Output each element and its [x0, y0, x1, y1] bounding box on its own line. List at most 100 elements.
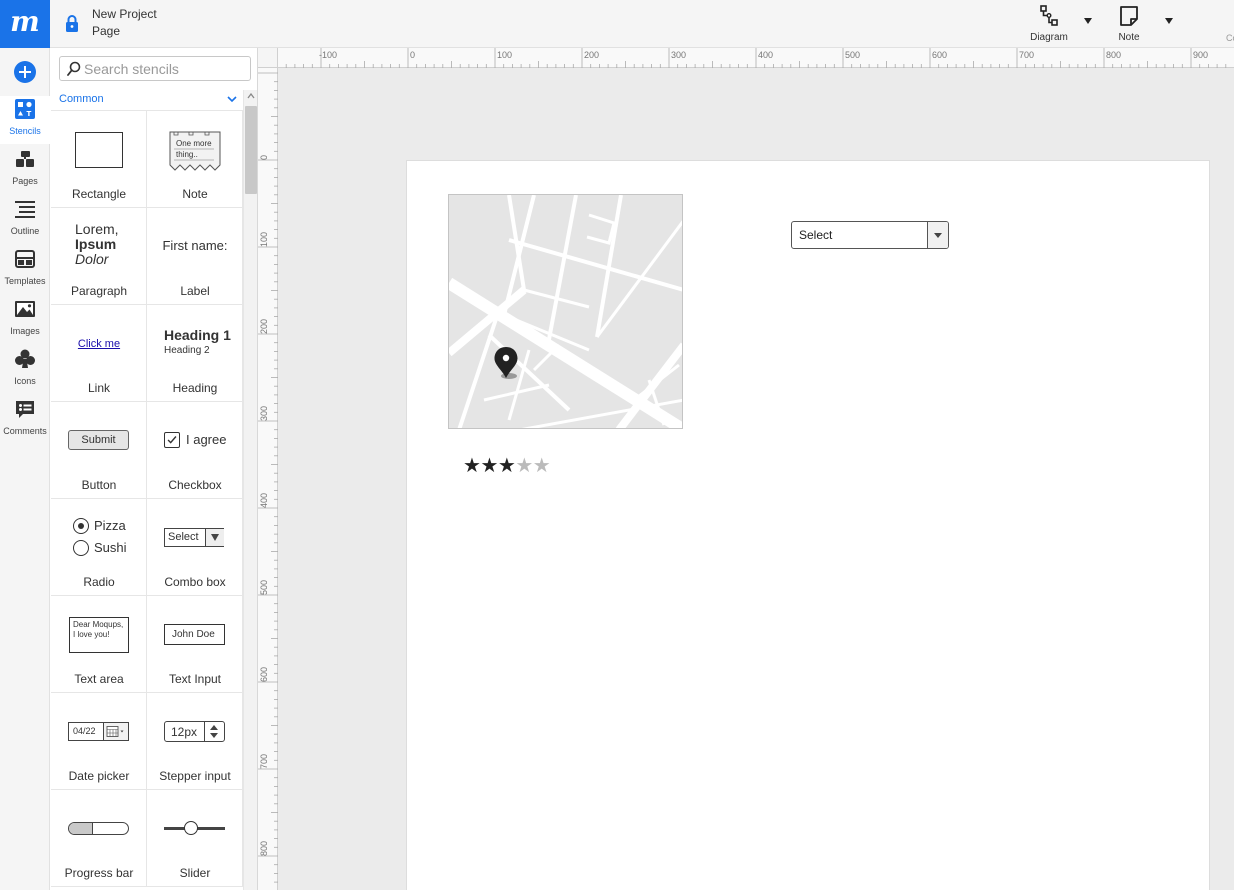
panel-scrollbar[interactable]: [243, 90, 257, 890]
project-name[interactable]: New Project: [92, 6, 157, 23]
stencil-paragraph[interactable]: Lorem, Ipsum Dolor Paragraph: [51, 208, 147, 305]
rail-item-images[interactable]: Images: [0, 296, 50, 344]
ruler-label: 200: [259, 318, 269, 334]
heading2-preview: Heading 2: [164, 345, 210, 356]
rail-label-pages: Pages: [12, 176, 38, 186]
stencil-radio[interactable]: Pizza Sushi Radio: [51, 499, 147, 596]
ruler-label: 700: [1019, 50, 1035, 60]
rectangle-preview: [75, 132, 123, 168]
select-dropdown[interactable]: Select: [791, 221, 949, 249]
diagram-tool-button[interactable]: Diagram: [1019, 4, 1079, 44]
stepper-preview: 12px: [164, 721, 225, 742]
svg-text:One more: One more: [176, 139, 212, 148]
rail-item-pages[interactable]: Pages: [0, 146, 50, 194]
stencil-text-input[interactable]: John Doe Text Input: [147, 596, 243, 693]
ruler-label: 0: [410, 50, 416, 60]
rail-label-icons: Icons: [14, 376, 36, 386]
note-preview: One more thing..: [169, 131, 221, 171]
star-rating[interactable]: ★★★★★: [463, 456, 551, 476]
ruler-label: 900: [1193, 50, 1209, 60]
project-title[interactable]: New Project Page: [92, 6, 157, 40]
radio-selected-icon: [73, 518, 89, 534]
diagram-dropdown-icon[interactable]: [1084, 18, 1092, 24]
ruler-label: 200: [584, 50, 600, 60]
note-tool-button[interactable]: Note: [1099, 4, 1159, 44]
star-empty-icon[interactable]: ★: [533, 456, 551, 476]
dropdown-arrow-icon: [205, 529, 224, 546]
stepper-arrows-icon: [204, 722, 224, 741]
text-input-preview: John Doe: [164, 624, 225, 645]
select-arrow-icon[interactable]: [927, 222, 948, 248]
scroll-up-icon[interactable]: [247, 93, 255, 99]
stencil-label: Paragraph: [70, 284, 128, 298]
search-input[interactable]: [84, 59, 244, 78]
stencil-checkbox[interactable]: I agree Checkbox: [147, 402, 243, 499]
button-preview: Submit: [68, 430, 129, 450]
search-icon: [67, 61, 81, 76]
ruler-label: 100: [497, 50, 513, 60]
diagram-icon: [1040, 5, 1058, 26]
ruler-label: 800: [1106, 50, 1122, 60]
rail-item-icons[interactable]: Icons: [0, 346, 50, 394]
stencil-label: Date picker: [68, 769, 130, 783]
ruler-label: 400: [259, 492, 269, 508]
star-filled-icon[interactable]: ★: [480, 456, 498, 476]
stencil-label: Stepper input: [159, 769, 231, 783]
combobox-preview: Select: [164, 528, 224, 547]
stencil-label: Text Input: [168, 672, 222, 686]
ruler-label: 700: [259, 753, 269, 769]
stencil-textarea[interactable]: Dear Moqups, I love you! Text area: [51, 596, 147, 693]
rail-item-comments[interactable]: Comments: [0, 396, 50, 444]
star-empty-icon[interactable]: ★: [515, 456, 533, 476]
ruler-label: 500: [845, 50, 861, 60]
stencil-heading[interactable]: Heading 1 Heading 2 Heading: [147, 305, 243, 402]
ruler-label: 100: [259, 231, 269, 247]
canvas-area[interactable]: -100 0 100 200 300 400 500 600 700 800 9…: [258, 48, 1234, 890]
stencil-progress-bar[interactable]: Progress bar: [51, 790, 147, 887]
paragraph-preview: Lorem, Ipsum Dolor: [75, 221, 119, 267]
note-label: Note: [1118, 32, 1140, 43]
rail-item-outline[interactable]: Outline: [0, 196, 50, 244]
scroll-thumb[interactable]: [245, 106, 257, 194]
search-box[interactable]: [59, 56, 251, 81]
add-button[interactable]: [14, 61, 36, 83]
map-widget[interactable]: [448, 194, 683, 429]
truncated-tool-label[interactable]: Co: [1226, 33, 1234, 43]
star-filled-icon[interactable]: ★: [498, 456, 516, 476]
stencil-stepper[interactable]: 12px Stepper input: [147, 693, 243, 790]
select-value: Select: [799, 228, 833, 242]
rail-item-stencils[interactable]: T Stencils: [0, 96, 50, 144]
chevron-down-icon: [227, 96, 237, 103]
moqups-logo[interactable]: m: [0, 0, 50, 48]
rail-item-templates[interactable]: Templates: [0, 246, 50, 294]
club-icon: [15, 349, 35, 368]
heading1-preview: Heading 1: [164, 327, 231, 343]
comments-icon: [16, 401, 34, 418]
category-dropdown[interactable]: Common: [51, 90, 243, 111]
stencil-label: Combo box: [164, 575, 226, 589]
ruler-label: 300: [671, 50, 687, 60]
stencil-button[interactable]: Submit Button: [51, 402, 147, 499]
star-filled-icon[interactable]: ★: [463, 456, 481, 476]
ruler-label: 500: [259, 579, 269, 595]
stencil-slider[interactable]: Slider: [147, 790, 243, 887]
top-bar: m New Project Page Diagram Note Co: [0, 0, 1234, 48]
rail-label-outline: Outline: [10, 226, 40, 236]
ruler-label: 800: [259, 840, 269, 856]
rail-label-templates: Templates: [4, 276, 46, 286]
stencil-rectangle[interactable]: Rectangle: [51, 111, 147, 208]
stencil-panel: Common Rectangle One more thing..: [51, 48, 258, 890]
stencil-label: Note: [182, 187, 208, 201]
stencil-combobox[interactable]: Select Combo box: [147, 499, 243, 596]
stencil-date-picker[interactable]: 04/22 Date picker: [51, 693, 147, 790]
stencil-label-item[interactable]: First name: Label: [147, 208, 243, 305]
lock-icon[interactable]: [65, 15, 79, 32]
wireframe-page[interactable]: ★★★★★ Select: [406, 160, 1210, 890]
stencil-link[interactable]: Click me Link: [51, 305, 147, 402]
page-name[interactable]: Page: [92, 23, 157, 40]
stencil-note[interactable]: One more thing.. Note: [147, 111, 243, 208]
ruler-corner: [258, 48, 278, 68]
images-icon: [15, 301, 35, 317]
stencil-label: Button: [81, 478, 117, 492]
note-dropdown-icon[interactable]: [1165, 18, 1173, 24]
